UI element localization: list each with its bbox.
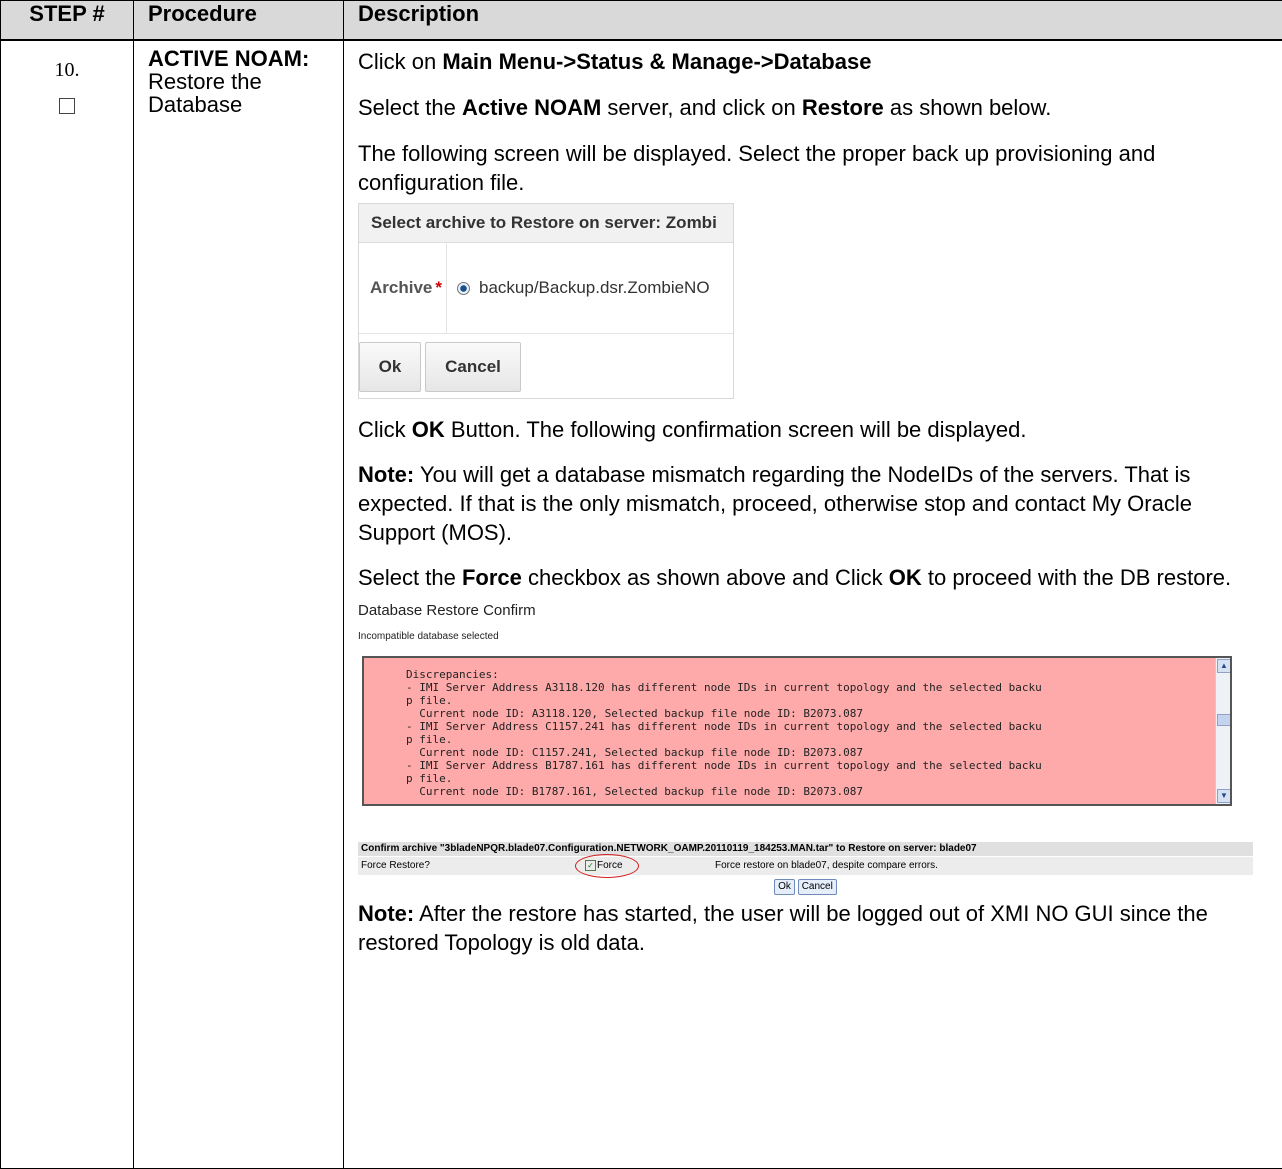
force-message: Force restore on blade07, despite compar… <box>715 860 938 871</box>
required-marker: * <box>435 278 442 297</box>
confirm-archive-header: Confirm archive "3bladeNPQR.blade07.Conf… <box>358 842 1253 856</box>
header-step: STEP # <box>0 0 134 41</box>
ok-button[interactable]: Ok <box>359 342 421 392</box>
confirm-ok-button[interactable]: Ok <box>774 879 795 895</box>
step-checkbox[interactable] <box>59 98 75 114</box>
instruction-force: Select the Force checkbox as shown above… <box>358 565 1232 590</box>
instruction-select-file: The following screen will be displayed. … <box>358 141 1156 195</box>
discrepancies-text: Discrepancies: - IMI Server Address A311… <box>406 668 1042 798</box>
procedure-description: Restore the Database <box>148 69 262 117</box>
instruction-click-ok: Click OK Button. The following confirmat… <box>358 417 1027 442</box>
instruction-select-server: Select the Active NOAM server, and click… <box>358 95 1052 120</box>
note-logout: Note: After the restore has started, the… <box>358 901 1208 955</box>
scroll-thumb[interactable] <box>1217 714 1230 726</box>
archive-row: Archive * backup/Backup.dsr.ZombieNO <box>359 243 733 334</box>
procedure-cell: ACTIVE NOAM: Restore the Database <box>133 39 344 1169</box>
header-description: Description <box>343 0 1282 41</box>
restore-confirm-screenshot: Database Restore Confirm Incompatible da… <box>358 602 1272 895</box>
description-cell: Click on Main Menu->Status & Manage->Dat… <box>343 39 1282 1169</box>
force-row: Force Restore? ✓ Force Force restore on b… <box>358 854 1253 878</box>
scrollbar[interactable]: ▲ ▼ <box>1215 658 1230 804</box>
confirm-cancel-button[interactable]: Cancel <box>797 879 837 895</box>
note-mismatch: Note: You will get a database mismatch r… <box>358 462 1192 545</box>
archive-radio[interactable] <box>457 281 470 295</box>
step-number: 10. <box>54 59 80 81</box>
archive-value: backup/Backup.dsr.ZombieNO <box>479 278 710 297</box>
confirm-panel: Confirm archive "3bladeNPQR.blade07.Conf… <box>358 842 1253 895</box>
restore-dialog-screenshot: Select archive to Restore on server: Zom… <box>358 203 734 399</box>
force-highlight-circle <box>575 854 639 878</box>
procedure-title: ACTIVE NOAM: <box>148 46 310 71</box>
force-question: Force Restore? <box>361 860 430 871</box>
step-cell: 10. <box>0 39 134 1169</box>
header-row: STEP # Procedure Description <box>0 0 1282 41</box>
confirm-title: Database Restore Confirm <box>358 602 536 619</box>
confirm-subtitle: Incompatible database selected <box>358 631 499 642</box>
scroll-up-icon[interactable]: ▲ <box>1217 659 1230 673</box>
procedure-table: STEP # Procedure Description 10. ACTIVE … <box>0 0 1282 1169</box>
instruction-main-menu: Click on Main Menu->Status & Manage->Dat… <box>358 49 872 74</box>
step-row: 10. ACTIVE NOAM: Restore the Database Cl… <box>0 39 1282 1169</box>
restore-dialog-title: Select archive to Restore on server: Zom… <box>359 204 733 243</box>
cancel-button[interactable]: Cancel <box>425 342 521 392</box>
header-procedure: Procedure <box>133 0 344 41</box>
scroll-down-icon[interactable]: ▼ <box>1217 789 1230 803</box>
archive-label: Archive <box>370 278 433 297</box>
discrepancies-box[interactable]: Discrepancies: - IMI Server Address A311… <box>362 656 1232 806</box>
